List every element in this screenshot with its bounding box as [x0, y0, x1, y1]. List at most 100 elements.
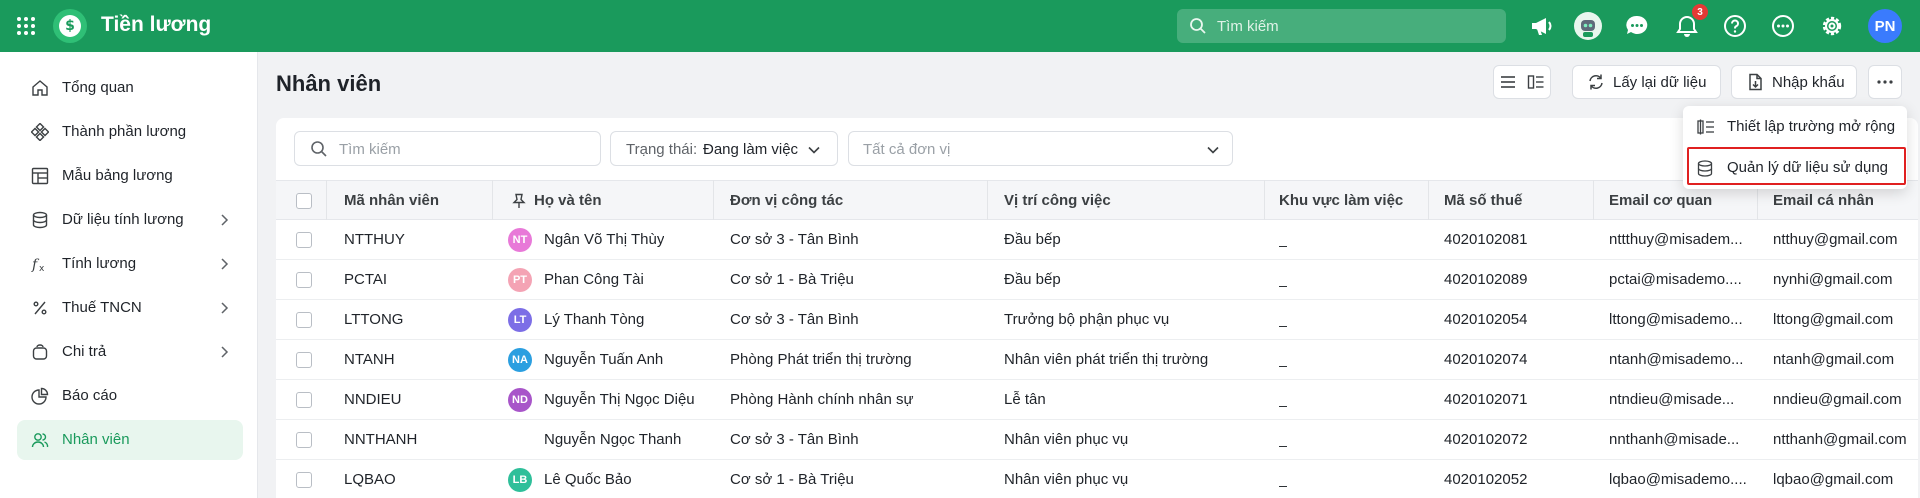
column-header-tax[interactable]: Mã số thuế	[1444, 192, 1522, 209]
cell-personal-email: ntthanh@gmail.com	[1773, 431, 1907, 448]
column-header-name[interactable]: Họ và tên	[534, 192, 602, 209]
cell-position: Nhân viên phục vụ	[1004, 471, 1129, 488]
cell-work-email: ntanh@misademo...	[1609, 351, 1744, 368]
cell-tax: 4020102089	[1444, 271, 1528, 288]
pin-icon[interactable]	[512, 193, 526, 209]
cell-position: Nhân viên phát triển thị trường	[1004, 351, 1209, 368]
employee-avatar: LT	[508, 308, 532, 332]
row-checkbox[interactable]	[296, 352, 312, 368]
cell-code: LTTONG	[344, 311, 404, 328]
reload-data-button[interactable]: Lấy lại dữ liệu	[1572, 65, 1721, 99]
row-checkbox[interactable]	[296, 472, 312, 488]
employee-avatar: NA	[508, 348, 532, 372]
cell-code: NNDIEU	[344, 391, 402, 408]
apps-grid-icon[interactable]	[15, 15, 37, 37]
megaphone-icon[interactable]	[1528, 13, 1554, 39]
cell-position: Đầu bếp	[1004, 231, 1061, 248]
cell-position: Nhân viên phục vụ	[1004, 431, 1129, 448]
global-search-input[interactable]: Tìm kiếm	[1177, 9, 1506, 43]
sidebar-item-employees[interactable]: Nhân viên	[17, 420, 243, 460]
list-view-button[interactable]	[1494, 66, 1522, 98]
sidebar-item-label: Báo cáo	[62, 387, 118, 404]
sidebar-item-overview[interactable]: Tổng quan	[17, 68, 243, 108]
chevron-right-icon	[221, 214, 229, 226]
cell-tax: 4020102081	[1444, 231, 1528, 248]
employee-search-input[interactable]: Tìm kiếm	[294, 131, 601, 166]
unit-filter-select[interactable]: Tất cả đơn vị	[848, 131, 1233, 166]
chevron-right-icon	[221, 302, 229, 314]
cell-personal-email: lttong@gmail.com	[1773, 311, 1894, 328]
column-divider	[713, 180, 714, 220]
search-icon	[1190, 18, 1206, 34]
cell-position: Đầu bếp	[1004, 271, 1061, 288]
column-divider	[326, 180, 327, 220]
table-row[interactable]: NTTHUY NT Ngân Võ Thị Thùy Cơ sở 3 - Tân…	[276, 220, 1918, 260]
column-header-personal-email[interactable]: Email cá nhân	[1773, 192, 1874, 209]
sidebar-item-label: Thành phần lương	[62, 123, 187, 140]
assistant-robot-icon[interactable]	[1574, 12, 1602, 40]
search-icon	[311, 141, 327, 157]
cell-tax: 4020102074	[1444, 351, 1528, 368]
sidebar-item-payroll-data[interactable]: Dữ liệu tính lương	[17, 200, 243, 240]
sidebar-item-salary-components[interactable]: Thành phần lương	[17, 112, 243, 152]
svg-text:x: x	[39, 264, 45, 273]
employee-avatar: LB	[508, 468, 532, 492]
status-filter-select[interactable]: Trạng thái: Đang làm việc	[610, 131, 838, 166]
sidebar-item-calculate-salary[interactable]: fx Tính lương	[17, 244, 243, 284]
column-header-code[interactable]: Mã nhân viên	[344, 192, 439, 209]
sidebar-item-reports[interactable]: Báo cáo	[17, 376, 243, 416]
row-checkbox[interactable]	[296, 232, 312, 248]
sidebar-item-payroll-template[interactable]: Mẫu bảng lương	[17, 156, 243, 196]
table-row[interactable]: PCTAI PT Phan Công Tài Cơ sở 1 - Bà Triệ…	[276, 260, 1918, 300]
cell-personal-email: nndieu@gmail.com	[1773, 391, 1902, 408]
chat-icon[interactable]	[1624, 13, 1650, 39]
cell-area: _	[1279, 431, 1288, 448]
cell-area: _	[1279, 391, 1288, 408]
row-checkbox[interactable]	[296, 392, 312, 408]
table-row[interactable]: NTANH NA Nguyễn Tuấn Anh Phòng Phát triể…	[276, 340, 1918, 380]
table-header: Mã nhân viên Họ và tên Đơn vị công tác V…	[276, 180, 1918, 220]
column-header-area[interactable]: Khu vực làm việc	[1279, 192, 1403, 209]
help-icon[interactable]	[1722, 13, 1748, 39]
cell-name: Lý Thanh Tòng	[544, 311, 645, 328]
table-row[interactable]: NNTHANH Nguyễn Ngọc Thanh Cơ sở 3 - Tân …	[276, 420, 1918, 460]
cell-unit: Cơ sở 1 - Bà Triệu	[730, 471, 854, 488]
row-checkbox[interactable]	[296, 312, 312, 328]
cell-work-email: lttong@misademo...	[1609, 311, 1743, 328]
cell-work-email: nttthuy@misadem...	[1609, 231, 1743, 248]
row-checkbox[interactable]	[296, 272, 312, 288]
row-checkbox[interactable]	[296, 432, 312, 448]
sidebar-item-personal-income-tax[interactable]: Thuế TNCN	[17, 288, 243, 328]
employee-avatar: PT	[508, 268, 532, 292]
split-view-icon	[1527, 75, 1544, 89]
percent-icon	[33, 301, 47, 315]
menu-item-extended-fields[interactable]: Thiết lập trường mở rộng	[1683, 109, 1907, 145]
user-avatar[interactable]: PN	[1868, 9, 1902, 43]
more-dots-icon[interactable]	[1770, 13, 1796, 39]
sidebar-item-payment[interactable]: Chi trả	[17, 332, 243, 372]
column-divider	[1593, 180, 1594, 220]
table-row[interactable]: NNDIEU ND Nguyễn Thị Ngọc Diệu Phòng Hàn…	[276, 380, 1918, 420]
select-all-checkbox[interactable]	[296, 193, 312, 209]
sidebar-item-label: Thuế TNCN	[62, 299, 142, 316]
cell-personal-email: nynhi@gmail.com	[1773, 271, 1893, 288]
column-header-unit[interactable]: Đơn vị công tác	[730, 192, 843, 209]
more-actions-button[interactable]	[1868, 65, 1902, 99]
table-row[interactable]: LTTONG LT Lý Thanh Tòng Cơ sở 3 - Tân Bì…	[276, 300, 1918, 340]
detail-view-button[interactable]	[1522, 66, 1550, 98]
cell-code: NNTHANH	[344, 431, 418, 448]
gear-icon[interactable]	[1819, 13, 1845, 39]
template-icon	[31, 167, 49, 185]
cell-area: _	[1279, 351, 1288, 368]
chevron-down-icon	[808, 146, 820, 154]
column-header-position[interactable]: Vị trí công việc	[1004, 192, 1111, 209]
notification-badge: 3	[1692, 4, 1708, 20]
components-icon	[31, 123, 49, 141]
cell-code: PCTAI	[344, 271, 388, 288]
function-icon: fx	[31, 257, 45, 273]
cell-tax: 4020102052	[1444, 471, 1528, 488]
import-button[interactable]: Nhập khẩu	[1731, 65, 1857, 99]
column-header-work-email[interactable]: Email cơ quan	[1609, 192, 1712, 209]
table-row[interactable]: LQBAO LB Lê Quốc Bảo Cơ sở 1 - Bà Triệu …	[276, 460, 1918, 498]
database-icon	[32, 211, 48, 229]
